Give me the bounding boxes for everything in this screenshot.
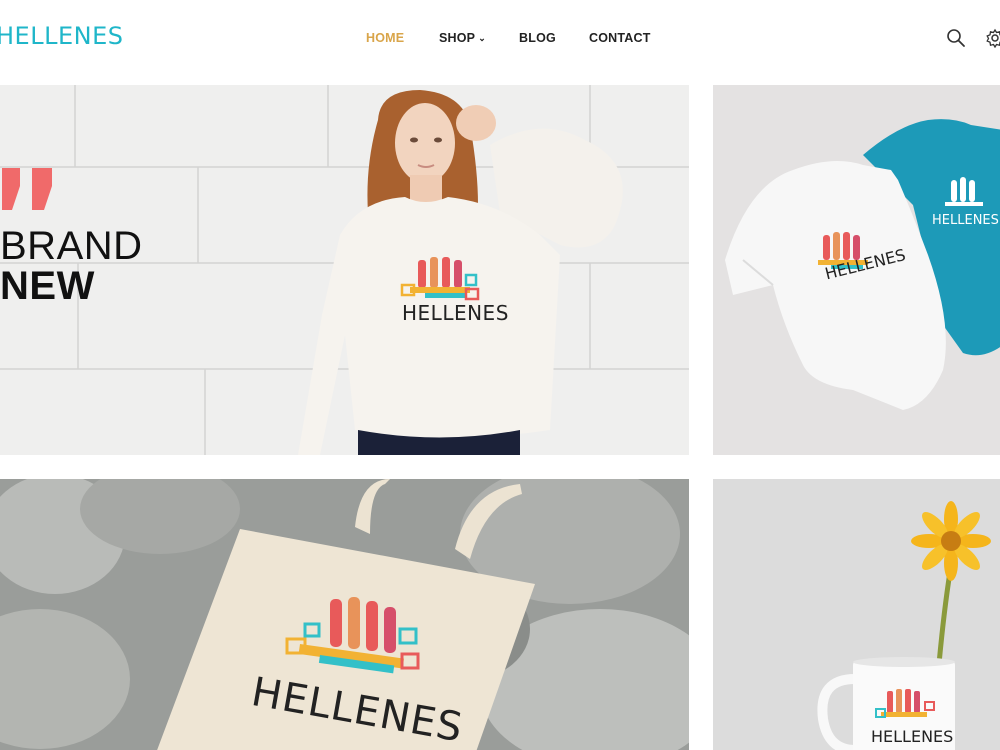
quote-mark-icon <box>2 168 52 210</box>
search-icon[interactable] <box>946 28 966 48</box>
hero-banner[interactable]: BRAND NEW HELLENES <box>0 85 689 455</box>
hero-heading-line2: NEW <box>0 264 95 308</box>
nav-contact[interactable]: CONTACT <box>589 31 651 45</box>
chevron-down-icon: ⌄ <box>478 33 486 43</box>
nav-blog[interactable]: BLOG <box>519 31 556 45</box>
nav-shop[interactable]: SHOP ⌄ <box>439 31 486 45</box>
hero-photo <box>0 85 689 455</box>
onesie-blue-logo: HELLENES <box>932 213 999 228</box>
shirt-print-logo: HELLENES <box>402 301 509 325</box>
product-tile-onesies[interactable]: HELLENES HELLENES <box>713 85 1000 455</box>
settings-icon[interactable] <box>985 28 1000 49</box>
mug-print-logo: HELLENES <box>871 727 954 746</box>
nav-shop-label: SHOP <box>439 31 476 45</box>
site-header: HELLENES HOME SHOP ⌄ BLOG CONTACT <box>0 0 1000 85</box>
site-logo[interactable]: HELLENES <box>0 22 123 50</box>
nav-home[interactable]: HOME <box>366 31 404 45</box>
product-tile-tote[interactable]: HELLENES <box>0 479 689 750</box>
mug-photo <box>713 479 1000 750</box>
product-tile-mug[interactable]: HELLENES <box>713 479 1000 750</box>
hero-heading-line1: BRAND <box>0 224 143 268</box>
